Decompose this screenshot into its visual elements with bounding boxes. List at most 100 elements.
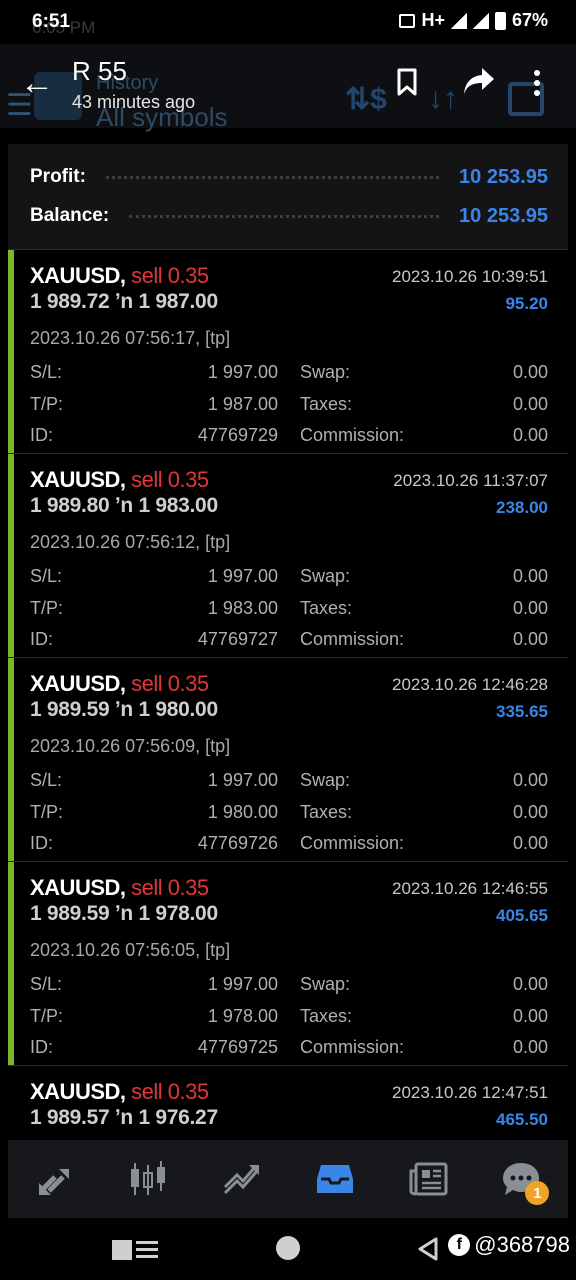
deal-close-time: 2023.10.26 12:47:51 (392, 1083, 548, 1102)
deal-status-bar (8, 250, 14, 453)
deal-prices: 1 989.57 ʼn 1 976.27 (30, 1106, 218, 1129)
swap-value: 0.00 (512, 566, 548, 586)
id-label: ID: (30, 833, 54, 853)
profit-row: Profit: 10 253.95 (30, 162, 548, 192)
deal-open-time: 2023.10.26 07:56:09, [tp] (30, 736, 231, 756)
deal-close-time: 2023.10.26 11:37:07 (393, 471, 548, 490)
watermark-text: @368798 (474, 1232, 570, 1257)
deal-prices: 1 989.80 ʼn 1 983.00 (30, 494, 218, 517)
bg-dollar-icon: ⇅$ (345, 83, 387, 116)
system-navigation: f @368798 (0, 1218, 576, 1280)
bookmark-icon[interactable] (396, 68, 418, 96)
balance-value: 10 253.95 (459, 204, 548, 227)
balance-label: Balance: (30, 205, 110, 226)
facebook-icon: f (448, 1234, 471, 1256)
deal-prices: 1 989.59 ʼn 1 978.00 (30, 902, 218, 925)
commission-label: Commission: (300, 425, 405, 445)
work-profile-icon (399, 13, 416, 28)
battery-level: 67% (511, 10, 548, 30)
deal-symbol: XAUUSD, sell 0.35 (30, 875, 209, 901)
taxes-label: Taxes: (300, 1005, 353, 1026)
recents-icon[interactable] (110, 1238, 160, 1262)
sl-label: S/L: (30, 974, 63, 994)
deal-open-time: 2023.10.26 07:56:05, [tp] (30, 940, 231, 960)
taxes-value: 0.00 (512, 393, 548, 414)
back-arrow-icon[interactable]: ← (20, 66, 54, 100)
taxes-label: Taxes: (300, 597, 353, 618)
nav-trade[interactable] (211, 1149, 271, 1209)
bottom-navigation: 1 (8, 1140, 568, 1218)
deals-list: XAUUSD, sell 0.35 2023.10.26 10:39:51 1 … (8, 250, 568, 1144)
page-subtitle: 43 minutes ago (72, 92, 196, 112)
home-button[interactable] (276, 1236, 300, 1260)
commission-value: 0.00 (512, 833, 548, 853)
deal-item[interactable]: XAUUSD, sell 0.35 2023.10.26 11:37:07 1 … (8, 454, 568, 658)
more-options-icon[interactable] (534, 70, 540, 100)
deal-open-time: 2023.10.26 07:56:17, [tp] (30, 328, 231, 348)
deal-item[interactable]: XAUUSD, sell 0.35 2023.10.26 12:46:55 1 … (8, 862, 568, 1066)
id-value: 47769726 (197, 833, 278, 853)
share-icon[interactable] (462, 66, 496, 96)
taxes-label: Taxes: (300, 801, 353, 822)
history-icon (316, 1165, 353, 1193)
deal-symbol: XAUUSD, sell 0.35 (30, 1079, 209, 1105)
symbol-name: XAUUSD, (30, 671, 126, 696)
deal-status-bar (8, 454, 14, 657)
swap-label: Swap: (300, 362, 351, 382)
deal-profit: 95.20 (505, 294, 548, 313)
commission-label: Commission: (300, 833, 405, 853)
deal-details: S/L: 1 997.00 Swap: 0.00 T/P: 1 987.00 Taxes:… (30, 356, 548, 451)
tp-value: 1 980.00 (207, 801, 278, 822)
deal-item[interactable]: XAUUSD, sell 0.35 2023.10.26 12:47:51 1 … (8, 1066, 568, 1144)
app-header: ☰ History All symbols ⇅$ ↓↑ ← R 55 43 mi… (0, 44, 576, 132)
tp-value: 1 987.00 (207, 393, 278, 414)
id-label: ID: (30, 629, 54, 649)
nav-chart[interactable] (118, 1149, 178, 1209)
deal-profit: 465.50 (496, 1110, 548, 1129)
deal-status-bar (8, 862, 14, 1065)
nav-news[interactable] (398, 1149, 458, 1209)
swap-value: 0.00 (512, 974, 548, 994)
profit-value: 10 253.95 (459, 165, 548, 188)
deal-close-time: 2023.10.26 12:46:28 (392, 675, 548, 694)
taxes-label: Taxes: (300, 393, 353, 414)
tp-label: T/P: (30, 801, 64, 822)
tp-label: T/P: (30, 1005, 64, 1026)
swap-value: 0.00 (512, 362, 548, 382)
sl-value: 1 997.00 (207, 362, 278, 382)
tp-value: 1 983.00 (207, 597, 278, 618)
deal-close-time: 2023.10.26 10:39:51 (392, 267, 548, 286)
commission-label: Commission: (300, 629, 405, 649)
taxes-value: 0.00 (512, 1005, 548, 1026)
deal-prices: 1 989.72 ʼn 1 987.00 (30, 290, 218, 313)
summary-panel: Profit: 10 253.95 Balance: 10 253.95 (8, 144, 568, 250)
watermark: f @368798 (448, 1232, 570, 1258)
sl-label: S/L: (30, 770, 63, 790)
commission-value: 0.00 (512, 629, 548, 649)
deal-profit: 335.65 (496, 702, 548, 721)
swap-label: Swap: (300, 770, 351, 790)
nav-quotes[interactable] (25, 1149, 85, 1209)
taxes-value: 0.00 (512, 801, 548, 822)
deal-symbol: XAUUSD, sell 0.35 (30, 467, 209, 493)
deal-profit: 405.65 (496, 906, 548, 925)
id-label: ID: (30, 425, 54, 445)
id-value: 47769727 (197, 629, 278, 649)
symbol-name: XAUUSD, (30, 1079, 126, 1104)
sl-label: S/L: (30, 362, 63, 382)
deal-symbol: XAUUSD, sell 0.35 (30, 263, 209, 289)
page-title: R 55 (72, 56, 127, 86)
chart-icon (130, 1161, 165, 1195)
nav-chat[interactable]: 1 (491, 1149, 551, 1209)
battery-icon (494, 11, 506, 30)
notification-badge: 1 (525, 1181, 550, 1205)
dotted-leader (129, 214, 440, 218)
deal-item[interactable]: XAUUSD, sell 0.35 2023.10.26 12:46:28 1 … (8, 658, 568, 862)
status-time: 6:51 (32, 11, 71, 32)
tp-label: T/P: (30, 393, 64, 414)
sl-value: 1 997.00 (207, 566, 278, 586)
deal-side: sell 0.35 (131, 1079, 209, 1104)
deal-item[interactable]: XAUUSD, sell 0.35 2023.10.26 10:39:51 1 … (8, 250, 568, 454)
nav-history[interactable] (305, 1149, 365, 1209)
back-nav-icon[interactable] (416, 1236, 440, 1262)
